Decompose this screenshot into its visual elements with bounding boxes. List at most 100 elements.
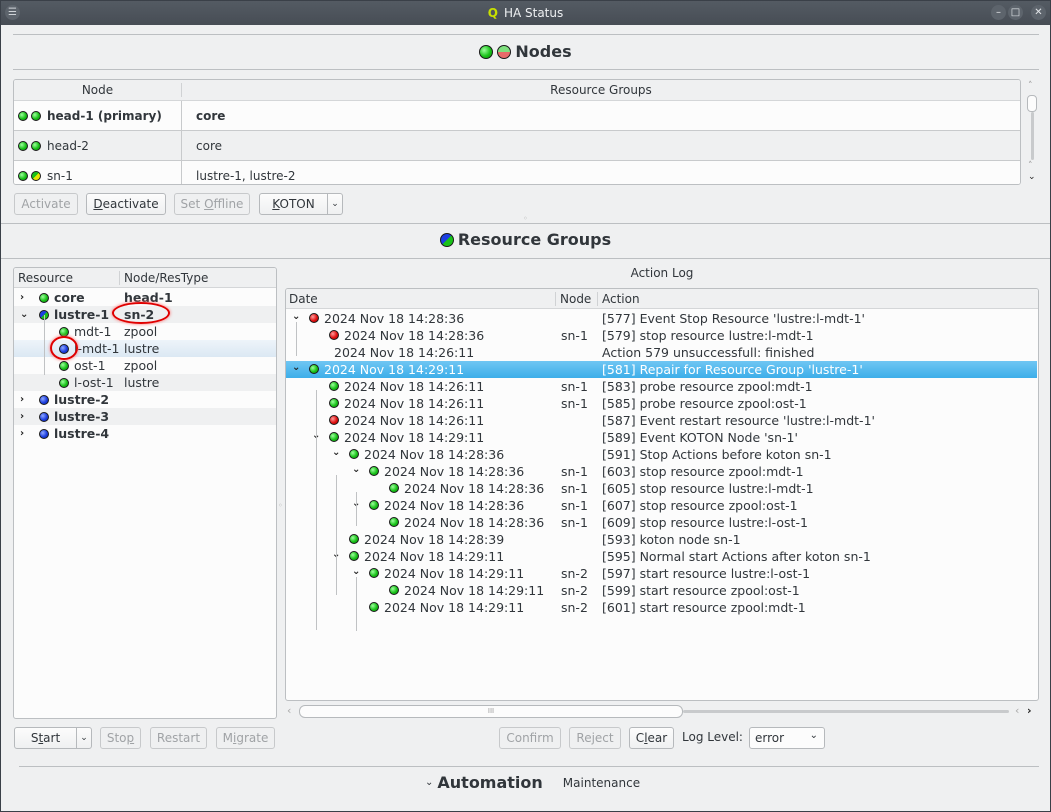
minimize-icon[interactable]: – [991,5,1006,20]
action-log-title: Action Log [630,266,694,280]
action-log-hscrollbar[interactable]: ‹ III ‹ › [287,704,1037,719]
scroll-left-icon[interactable]: ‹ [287,704,291,717]
set-offline-button[interactable]: Set Offline [174,193,250,215]
restart-button[interactable]: Restart [150,727,207,749]
expand-arrow-icon[interactable]: ⌄ [352,464,360,475]
tree-row[interactable]: › lustre-3 [14,408,276,425]
log-row[interactable]: 2024 Nov 18 14:26:11 sn-1 [583] probe reso… [286,378,1037,395]
start-dropdown-button[interactable]: Start ⌄ [14,727,92,749]
scrollbar-handle[interactable]: III [299,705,683,718]
expand-arrow-icon[interactable]: ⌄ [332,447,340,458]
expand-arrow-icon[interactable]: ⌄ [352,566,360,577]
log-status-icon [349,551,359,561]
table-row[interactable]: head-2 core [14,131,1020,161]
log-status-icon [309,313,319,323]
clear-button[interactable]: Cl ear [629,727,674,749]
scrollbar-track [683,710,1009,713]
log-row[interactable]: ⌄ 2024 Nov 18 14:29:11 sn-2 [597] start res… [286,565,1037,582]
automation-section-toggle[interactable]: ⌄ Automation Maintenance [425,773,640,792]
log-node: sn-1 [561,481,588,496]
expand-arrow-icon[interactable]: ⌄ [292,362,300,373]
migrate-button[interactable]: Mi grate [216,727,275,749]
maximize-icon[interactable]: □ [1008,5,1023,20]
log-row[interactable]: 2024 Nov 18 14:26:11 [587] Event restart … [286,412,1037,429]
tree-row[interactable]: l-mdt-1 lustre [14,336,276,360]
scroll-up-icon[interactable]: ˄ [1028,81,1033,91]
activate-button[interactable]: Activate [14,193,78,215]
table-row[interactable]: sn-1 lustre-1, lustre-2 [14,161,1020,184]
scroll-right-icon[interactable]: › [1027,704,1032,717]
window-menu-icon[interactable]: ☰ [5,5,20,20]
reject-button[interactable]: Re j ect [569,727,621,749]
koton-dropdown-button[interactable]: KOTON ⌄ [259,193,343,215]
tree-row[interactable]: mdt-1 zpool [14,323,276,340]
log-row[interactable]: 2024 Nov 18 14:28:36 sn-1 [605] stop resou… [286,480,1037,497]
chevron-down-icon[interactable]: ⌄ [425,777,433,788]
splitter-handle[interactable]: ◦ [278,501,283,510]
log-date: 2024 Nov 18 14:28:36 [324,311,465,326]
column-header-resource[interactable]: Resource [14,270,120,285]
scroll-down-icon[interactable]: ⌄ [1028,172,1036,182]
chevron-down-icon[interactable]: ⌄ [327,194,342,214]
expand-arrow-icon[interactable]: ⌄ [20,309,28,320]
log-status-icon [349,449,359,459]
column-header-node[interactable]: Node [556,291,598,306]
scroll-left-icon[interactable]: ‹ [1015,704,1019,717]
log-status-icon [329,398,339,408]
resource-tree: Resource Node/ResType › core head-1 ⌄ lustre… [13,267,277,719]
nodes-title-text: Nodes [515,42,572,61]
splitter-handle[interactable]: ◦ [523,214,528,223]
log-row[interactable]: 2024 Nov 18 14:29:11 sn-2 [601] start reso… [286,599,1037,616]
log-row[interactable]: ⌄2024 Nov 18 14:29:11[595] Normal start … [286,548,1037,565]
log-date: 2024 Nov 18 14:29:11 [364,549,505,564]
tree-row[interactable]: › lustre-2 [14,391,276,408]
tree-row[interactable]: l-ost-1 lustre [14,374,276,391]
log-action: [601] start resource zpool:mdt-1 [602,600,806,615]
tree-row[interactable]: ⌄ lustre-1 sn-2 [14,302,276,324]
log-row[interactable]: 2024 Nov 18 14:28:36 sn-1 [609] stop resou… [286,514,1037,531]
log-row[interactable]: ⌄ 2024 Nov 18 14:28:36 sn-1 [603] stop reso… [286,463,1037,480]
log-row[interactable]: 2024 Nov 18 14:26:11 Action 579 unsuccess… [286,344,1037,361]
log-action: [583] probe resource zpool:mdt-1 [602,379,813,394]
log-action: [577] Event Stop Resource 'lustre:l-mdt-… [602,311,865,326]
scroll-up-icon[interactable]: ˄ [1028,161,1033,171]
collapse-arrow-icon[interactable]: › [20,411,24,422]
log-row[interactable]: ⌄ 2024 Nov 18 14:29:11 [581] Repair for Re… [286,361,1037,378]
log-status-icon [329,330,339,340]
collapse-arrow-icon[interactable]: › [20,428,24,439]
tree-row[interactable]: ost-1 zpool [14,357,276,374]
confirm-button[interactable]: Confirm [499,727,561,749]
nodes-table: Node Resource Groups head-1 (primary) co… [13,79,1021,185]
deactivate-button[interactable]: Deactivate [86,193,166,215]
collapse-arrow-icon[interactable]: › [20,292,24,303]
log-row[interactable]: 2024 Nov 18 14:28:36 sn-1 [579] stop resou… [286,327,1037,344]
log-row[interactable]: ⌄2024 Nov 18 14:28:36sn-1[607] stop reso… [286,497,1037,514]
log-level-select[interactable]: error ⌄ [749,727,825,749]
column-header-action[interactable]: Action [598,292,640,306]
chevron-down-icon[interactable]: ⌄ [76,728,91,748]
node-status-mixed-icon [497,44,512,59]
close-icon[interactable]: ✕ [1031,5,1046,20]
scrollbar-handle[interactable] [1027,95,1037,112]
tree-row[interactable]: › lustre-4 [14,425,276,442]
column-header-node-restype[interactable]: Node/ResType [120,271,208,285]
log-row[interactable]: ⌄ 2024 Nov 18 14:28:36 [591] Stop Actions … [286,446,1037,463]
column-header-node[interactable]: Node [14,83,182,97]
log-row[interactable]: ⌄ 2024 Nov 18 14:28:36 [577] Event Stop Re… [286,310,1037,327]
table-row[interactable]: head-1 (primary) core [14,101,1020,131]
collapse-arrow-icon[interactable]: › [20,394,24,405]
log-row[interactable]: 2024 Nov 18 14:26:11 sn-1 [585] probe reso… [286,395,1037,412]
expand-arrow-icon[interactable]: ⌄ [292,311,300,322]
column-header-date[interactable]: Date [286,291,556,306]
nodes-table-header: Node Resource Groups [14,80,1020,101]
nodes-scrollbar[interactable]: ˄ ˄ ⌄ [1025,81,1039,185]
stop-button[interactable]: Sto p [100,727,141,749]
column-header-resource-groups[interactable]: Resource Groups [182,83,1020,97]
log-row[interactable]: 2024 Nov 18 14:28:39 [593] koton node sn-… [286,531,1037,548]
divider [19,766,1039,767]
log-action: [593] koton node sn-1 [602,532,741,547]
log-row[interactable]: 2024 Nov 18 14:29:11 sn-2 [599] start reso… [286,582,1037,599]
log-status-icon [369,500,379,510]
log-status-icon [369,568,379,578]
log-row[interactable]: ⌄2024 Nov 18 14:29:11[589] Event KOTON N… [286,429,1037,446]
